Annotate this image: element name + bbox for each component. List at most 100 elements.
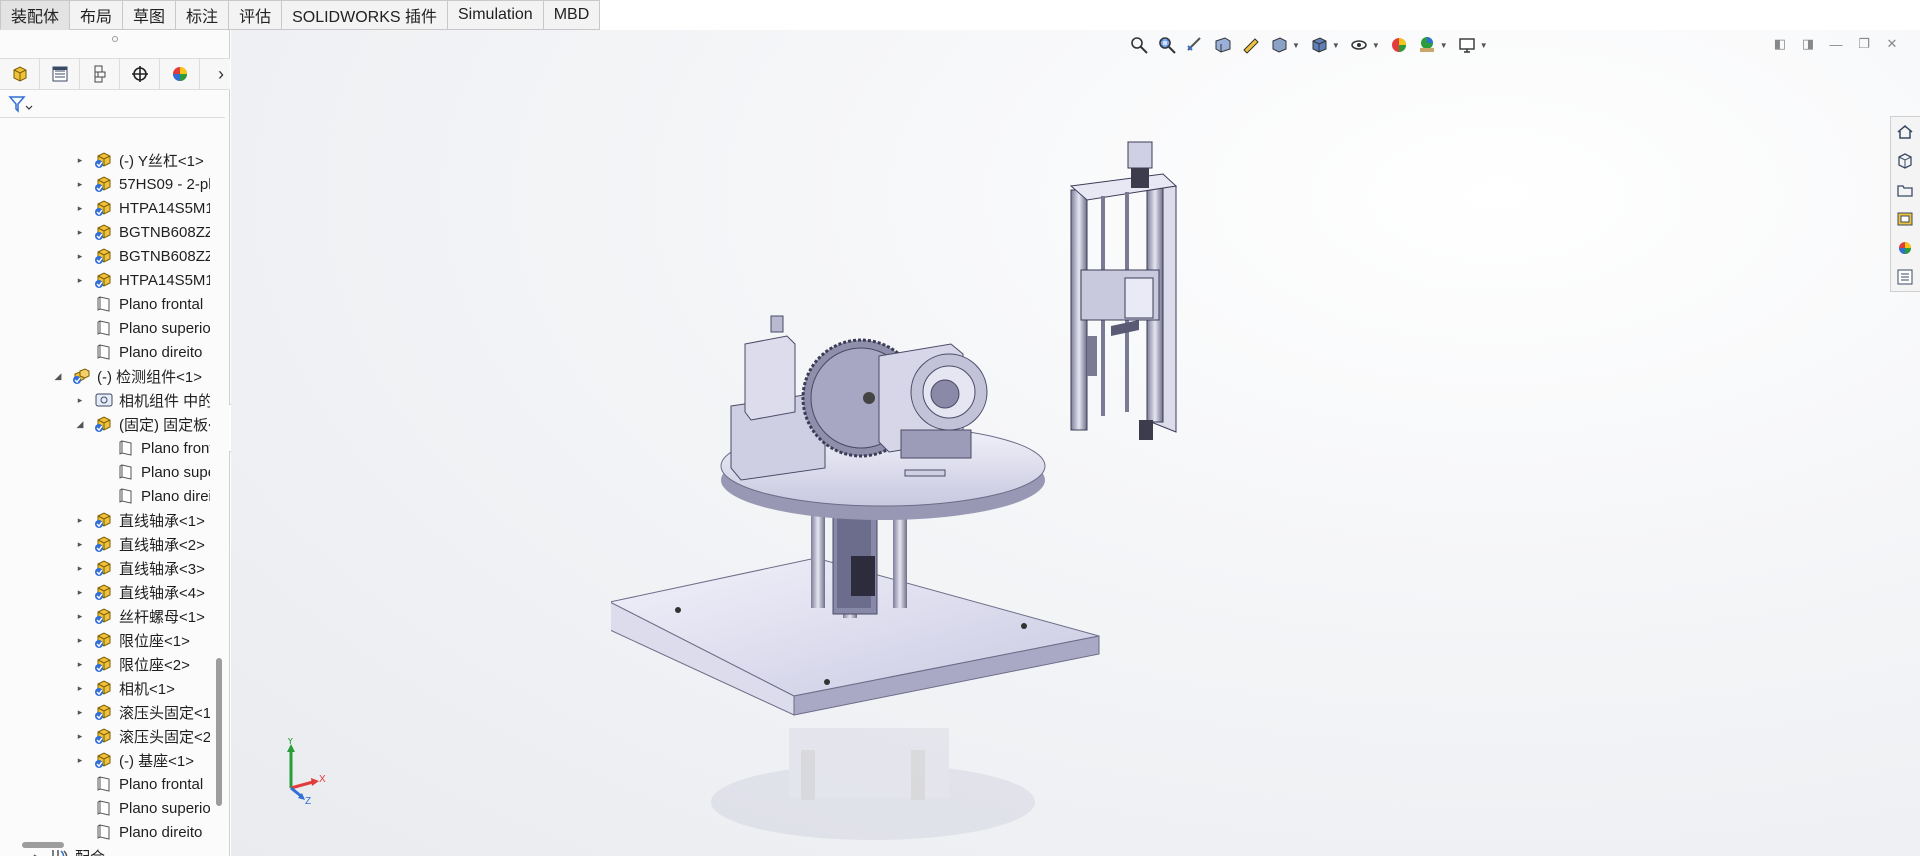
collapsed-arrow-icon[interactable]: ▸: [74, 706, 86, 718]
collapsed-arrow-icon[interactable]: ▸: [74, 754, 86, 766]
panel-grip[interactable]: [112, 36, 118, 42]
view-settings-icon[interactable]: [1456, 34, 1478, 56]
tab-6[interactable]: Simulation: [448, 0, 544, 30]
apply-scene-icon[interactable]: [1416, 34, 1438, 56]
tree-item[interactable]: ▸ 相机<1>: [0, 676, 210, 700]
tree-item[interactable]: ▸ 直线轴承<1>: [0, 508, 210, 532]
collapsed-arrow-icon[interactable]: ▸: [74, 514, 86, 526]
part-warn-icon: [94, 703, 114, 721]
filter-row: [0, 90, 225, 118]
collapsed-arrow-icon[interactable]: ▸: [74, 730, 86, 742]
design-library-icon[interactable]: [1891, 146, 1919, 175]
plane-icon: [94, 823, 114, 841]
tab-7[interactable]: MBD: [543, 0, 601, 30]
tree-item[interactable]: Plano direito: [0, 484, 210, 508]
close-icon[interactable]: ✕: [1884, 36, 1900, 52]
edit-appearance-icon[interactable]: [1388, 34, 1410, 56]
tab-4[interactable]: 评估: [229, 0, 283, 30]
tree-item[interactable]: ◢ (固定) 固定板<1>: [0, 412, 210, 436]
propertymanager-tab-icon[interactable]: [40, 59, 80, 89]
collapsed-arrow-icon[interactable]: ▸: [74, 394, 86, 406]
collapsed-arrow-icon[interactable]: ▸: [74, 682, 86, 694]
hide-show-icon[interactable]: [1348, 34, 1370, 56]
tree-item[interactable]: Plano fronta: [0, 436, 210, 460]
displaymanager-tab-icon[interactable]: [160, 59, 200, 89]
solidworks-resources-icon[interactable]: [1891, 117, 1919, 146]
collapsed-arrow-icon[interactable]: ▸: [74, 274, 86, 286]
no-arrow: [96, 442, 108, 454]
tree-item[interactable]: ▸ 直线轴承<3>: [0, 556, 210, 580]
tree-item[interactable]: ▸ 滚压头固定<2>: [0, 724, 210, 748]
zoom-to-fit-icon[interactable]: [1128, 34, 1150, 56]
tree-item[interactable]: ▸ 滚压头固定<1>: [0, 700, 210, 724]
collapsed-arrow-icon[interactable]: ▸: [74, 610, 86, 622]
restore-icon[interactable]: ❐: [1856, 36, 1872, 52]
tab-0[interactable]: 装配体: [0, 0, 71, 30]
tree-item[interactable]: Plano direito: [0, 340, 210, 364]
dimxpertmanager-tab-icon[interactable]: [120, 59, 160, 89]
tree-item[interactable]: ▸ 直线轴承<2>: [0, 532, 210, 556]
featuremanager-tab-icon[interactable]: [0, 59, 40, 89]
tab-3[interactable]: 标注: [176, 0, 230, 30]
tree-item[interactable]: ▸ (-) Y丝杠<1>: [0, 148, 210, 172]
zoom-area-icon[interactable]: [1156, 34, 1178, 56]
tree-item[interactable]: Plano frontal: [0, 292, 210, 316]
view-palette-icon[interactable]: [1891, 204, 1919, 233]
tree-item[interactable]: ▸ 限位座<1>: [0, 628, 210, 652]
collapsed-arrow-icon[interactable]: ▸: [74, 658, 86, 670]
tab-2[interactable]: 草图: [123, 0, 177, 30]
tree-item[interactable]: ▸ 限位座<2>: [0, 652, 210, 676]
tree-item[interactable]: ▸ 直线轴承<4>: [0, 580, 210, 604]
collapsed-arrow-icon[interactable]: ▸: [74, 178, 86, 190]
tree-item[interactable]: Plano direito: [0, 820, 210, 844]
minimize-icon[interactable]: —: [1828, 36, 1844, 52]
collapsed-arrow-icon[interactable]: ▸: [74, 538, 86, 550]
filter-icon[interactable]: [8, 94, 34, 114]
display-style-icon[interactable]: [1308, 34, 1330, 56]
no-arrow: [74, 298, 86, 310]
collapsed-arrow-icon[interactable]: ▸: [74, 250, 86, 262]
graphics-viewport[interactable]: ▼ ▼ ▼ ▼ ▼ ◧ ◨ — ❐ ✕ Y X Z: [231, 30, 1920, 856]
tree-item[interactable]: ▸ HTPA14S5M10(: [0, 196, 210, 220]
custom-properties-icon[interactable]: [1891, 262, 1919, 291]
expanded-arrow-icon[interactable]: ◢: [52, 370, 64, 382]
collapsed-arrow-icon[interactable]: ▸: [74, 202, 86, 214]
tree-item[interactable]: Plano frontal: [0, 772, 210, 796]
tree-item[interactable]: Plano superior: [0, 796, 210, 820]
tree-item[interactable]: ▸ 57HS09 - 2-pha: [0, 172, 210, 196]
collapsed-arrow-icon[interactable]: ▸: [74, 634, 86, 646]
tile-left-icon[interactable]: ◧: [1772, 36, 1788, 52]
section-view-icon[interactable]: [1212, 34, 1234, 56]
previous-view-icon[interactable]: [1184, 34, 1206, 56]
tree-horizontal-scrollbar[interactable]: [22, 842, 64, 848]
collapsed-arrow-icon[interactable]: ▸: [74, 586, 86, 598]
tree-item[interactable]: ▸ HTPA14S5M10(: [0, 268, 210, 292]
assembly-model-render[interactable]: [611, 130, 1431, 850]
tab-5[interactable]: SOLIDWORKS 插件: [282, 0, 448, 30]
tree-item[interactable]: ▸ 相机组件 中的配合: [0, 388, 210, 412]
tree-item[interactable]: Plano superior: [0, 316, 210, 340]
tree-vertical-scrollbar[interactable]: [216, 658, 222, 806]
tab-1[interactable]: 布局: [70, 0, 124, 30]
appearances-scenes-icon[interactable]: [1891, 233, 1919, 262]
more-tabs-chevron-icon[interactable]: ›: [218, 64, 224, 85]
dynamic-annotation-icon[interactable]: [1240, 34, 1262, 56]
collapsed-arrow-icon[interactable]: ▸: [30, 850, 42, 856]
collapsed-arrow-icon[interactable]: ▸: [74, 154, 86, 166]
configurationmanager-tab-icon[interactable]: [80, 59, 120, 89]
tree-item[interactable]: ◢ (-) 检测组件<1>: [0, 364, 210, 388]
tree-item[interactable]: ▸ (-) 基座<1>: [0, 748, 210, 772]
collapsed-arrow-icon[interactable]: ▸: [74, 562, 86, 574]
tree-item[interactable]: ▸ 丝杆螺母<1>: [0, 604, 210, 628]
tree-item[interactable]: ▸ BGTNB608ZZ<1: [0, 220, 210, 244]
file-explorer-icon[interactable]: [1891, 175, 1919, 204]
tree-item[interactable]: Plano superi: [0, 460, 210, 484]
tree-item-label: HTPA14S5M10(: [119, 199, 210, 217]
tree-item-label: 相机<1>: [119, 680, 175, 698]
tile-right-icon[interactable]: ◨: [1800, 36, 1816, 52]
tree-item[interactable]: ▸ BGTNB608ZZ<2: [0, 244, 210, 268]
expanded-arrow-icon[interactable]: ◢: [74, 418, 86, 430]
view-orientation-icon[interactable]: [1268, 34, 1290, 56]
part-warn-icon: [94, 607, 114, 625]
collapsed-arrow-icon[interactable]: ▸: [74, 226, 86, 238]
